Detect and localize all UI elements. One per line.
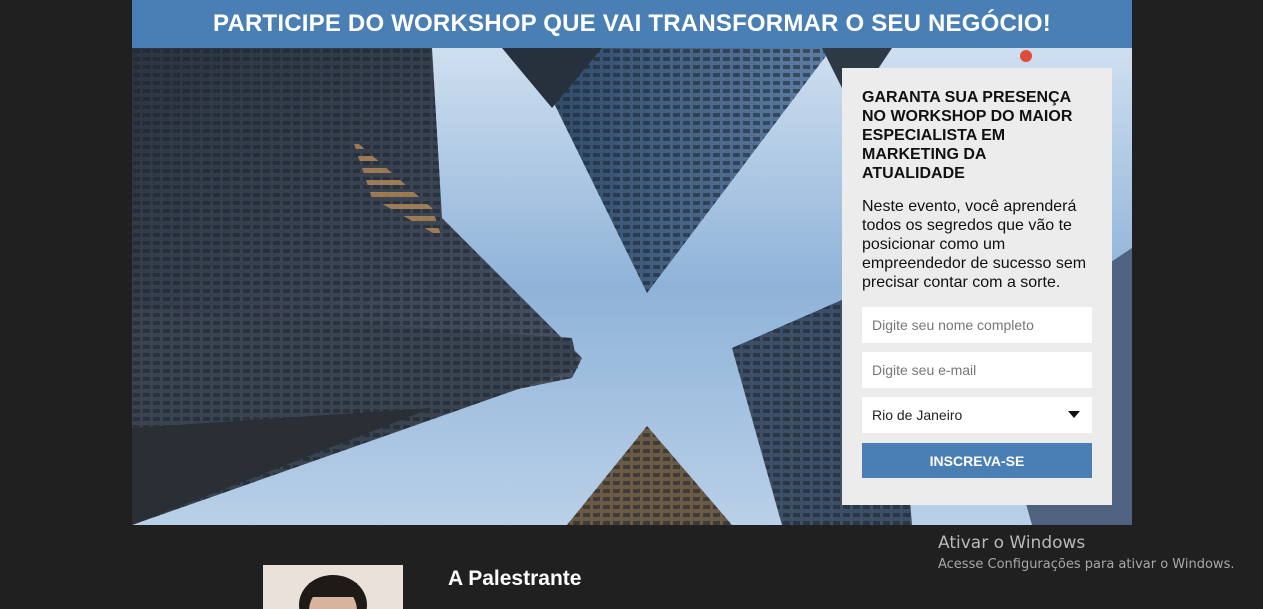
speaker-photo bbox=[263, 565, 403, 609]
signup-card: GARANTA SUA PRESENÇA NO WORKSHOP DO MAIO… bbox=[842, 68, 1112, 505]
chevron-down-icon bbox=[1068, 411, 1080, 418]
city-select[interactable]: Rio de Janeiro bbox=[862, 397, 1092, 433]
name-input[interactable] bbox=[862, 307, 1092, 343]
subscribe-button[interactable]: INSCREVA-SE bbox=[862, 443, 1092, 478]
landing-page: PARTICIPE DO WORKSHOP QUE VAI TRANSFORMA… bbox=[132, 0, 1132, 609]
speaker-heading: A Palestrante bbox=[448, 567, 582, 590]
top-banner: PARTICIPE DO WORKSHOP QUE VAI TRANSFORMA… bbox=[132, 0, 1132, 48]
speaker-portrait bbox=[263, 565, 403, 609]
watermark-title: Ativar o Windows bbox=[938, 533, 1086, 553]
email-input[interactable] bbox=[862, 352, 1092, 388]
signup-description: Neste evento, você aprenderá todos os se… bbox=[862, 198, 1087, 291]
banner-title: PARTICIPE DO WORKSHOP QUE VAI TRANSFORMA… bbox=[213, 10, 1051, 37]
signup-title: GARANTA SUA PRESENÇA NO WORKSHOP DO MAIO… bbox=[862, 89, 1073, 182]
city-select-value: Rio de Janeiro bbox=[872, 407, 963, 423]
watermark-subtitle: Acesse Configurações para ativar o Windo… bbox=[938, 557, 1235, 572]
windows-activation-watermark: Ativar o Windows Acesse Configurações pa… bbox=[938, 533, 1234, 572]
